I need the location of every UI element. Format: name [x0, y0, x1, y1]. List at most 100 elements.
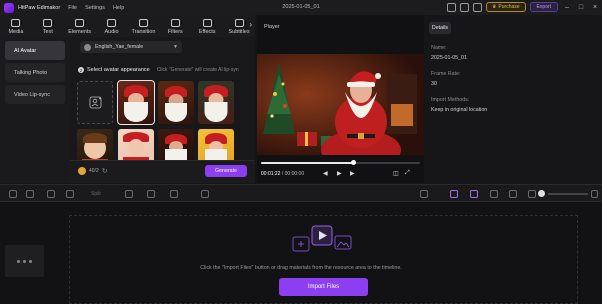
details-panel: Details Name: 2025-01-05_01 Frame Rate: … — [425, 15, 602, 183]
microphone-icon[interactable] — [420, 190, 428, 198]
zoom-out-icon[interactable] — [528, 190, 536, 198]
track-visibility-icon[interactable] — [23, 259, 26, 263]
snapshot-icon[interactable]: ◫ — [393, 170, 399, 177]
tool-text[interactable]: Text — [32, 19, 64, 35]
text-icon — [43, 19, 53, 27]
credit-value: 40/2 — [89, 168, 99, 174]
redo-icon[interactable] — [26, 190, 34, 198]
playback-progress-bar[interactable] — [261, 160, 420, 165]
menu-file[interactable]: File — [68, 5, 77, 11]
frame-rate-label: Frame Rate: — [431, 71, 461, 77]
export-button[interactable]: Export — [529, 2, 558, 12]
speed-icon[interactable] — [147, 190, 155, 198]
timeline-toolbar: Split — [0, 184, 602, 202]
next-frame-icon[interactable]: ▶ — [350, 170, 355, 177]
name-value: 2025-01-05_01 — [431, 55, 467, 61]
step-heading: 2 Select avatar appearance Click "Genera… — [78, 67, 239, 73]
sidebar-item-talking-photo[interactable]: Talking Photo — [5, 63, 65, 82]
tool-transition[interactable]: Transition — [128, 19, 160, 35]
notification-icon[interactable] — [472, 2, 482, 12]
sidebar-item-video-lip-sync[interactable]: Video Lip-sync — [5, 85, 65, 104]
main-toolbar: Media Text Elements Audio Transition Fil… — [0, 15, 255, 37]
tool-label: Transition — [131, 29, 156, 35]
delete-icon[interactable] — [47, 190, 55, 198]
total-time: 00:00:00 — [284, 171, 305, 177]
freeze-icon[interactable] — [125, 190, 133, 198]
menu-help[interactable]: Help — [113, 5, 124, 11]
timeline-area: Click the "Import Files" button or drag … — [0, 202, 602, 304]
tool-audio[interactable]: Audio — [96, 19, 128, 35]
app-name: HitPaw Edimakor — [18, 4, 61, 11]
avatar-option-santa-1[interactable] — [117, 80, 155, 125]
undo-icon[interactable] — [9, 190, 17, 198]
step-number: 2 — [78, 67, 84, 73]
ai-tools-icon[interactable] — [170, 190, 178, 198]
purchase-button[interactable]: ♛ Purchase — [485, 2, 526, 12]
add-person-icon — [89, 96, 101, 109]
crown-icon: ♛ — [491, 4, 497, 10]
play-icon[interactable]: ▶ — [337, 170, 342, 177]
fullscreen-icon[interactable]: ⤢ — [405, 170, 410, 177]
voice-dropdown[interactable]: English_Yae_female ▼ — [80, 41, 182, 53]
import-files-button[interactable]: Import Files — [279, 278, 368, 296]
video-preview[interactable] — [257, 54, 424, 155]
fit-icon[interactable] — [509, 190, 517, 198]
frame-rate-value: 30 — [431, 81, 437, 87]
zoom-slider-handle[interactable] — [538, 190, 545, 197]
avatar-option-santa-3[interactable] — [198, 81, 234, 124]
record-icon[interactable] — [201, 190, 209, 198]
snap-icon[interactable] — [450, 190, 458, 198]
menu-settings[interactable]: Settings — [85, 5, 105, 11]
purchase-label: Purchase — [498, 4, 520, 10]
timecode: 00:01:22 / 00:00:00 — [261, 171, 304, 177]
voice-selected: English_Yae_female — [95, 44, 144, 50]
progress-fill — [261, 162, 354, 164]
previous-frame-icon[interactable]: ◀ — [323, 170, 328, 177]
avatar-generate-bar: 40/2 ↻ Generate — [70, 160, 255, 183]
crop-icon[interactable] — [66, 190, 74, 198]
tool-label: Text — [42, 29, 53, 35]
transition-icon — [138, 19, 148, 27]
close-icon[interactable]: × — [590, 4, 600, 11]
home-icon[interactable] — [459, 2, 469, 12]
step-title: Select avatar appearance — [87, 67, 150, 73]
track-audio-icon[interactable] — [29, 259, 32, 263]
maximize-icon[interactable]: □ — [576, 4, 586, 11]
sidebar-item-ai-avatar[interactable]: AI Avatar — [5, 41, 65, 60]
generate-button[interactable]: Generate — [205, 165, 247, 177]
zoom-slider[interactable] — [548, 193, 588, 195]
refresh-icon[interactable]: ↻ — [102, 167, 108, 175]
ai-sidebar: AI Avatar Talking Photo Video Lip-sync — [0, 37, 70, 183]
zoom-in-icon[interactable] — [591, 190, 598, 198]
toolbar-more-icon[interactable]: › — [249, 20, 252, 29]
tool-label: Elements — [68, 29, 92, 35]
player-label: Player — [264, 24, 280, 30]
import-method-label: Import Methods: — [431, 97, 470, 103]
tool-media[interactable]: Media — [0, 19, 32, 35]
details-tab-label: Details — [431, 25, 449, 31]
link-icon[interactable] — [470, 190, 478, 198]
minimize-icon[interactable]: – — [562, 4, 572, 11]
avatar-option-santa-2[interactable] — [158, 81, 194, 124]
gift-icon[interactable] — [446, 2, 456, 12]
tab-details[interactable]: Details — [429, 22, 451, 34]
add-avatar-button[interactable] — [77, 81, 113, 124]
tool-filters[interactable]: Filters — [159, 19, 191, 35]
effects-icon — [202, 19, 212, 27]
media-icon — [11, 19, 21, 27]
split-label[interactable]: Split — [91, 191, 101, 197]
app-logo-icon — [4, 2, 14, 13]
tool-effects[interactable]: Effects — [191, 19, 223, 35]
tool-elements[interactable]: Elements — [64, 19, 96, 35]
tool-label: Effects — [198, 29, 216, 35]
tool-label: Subtitles — [228, 29, 250, 35]
track-lock-icon[interactable] — [17, 259, 20, 263]
progress-handle[interactable] — [350, 160, 356, 165]
track-icon[interactable] — [490, 190, 498, 198]
title-bar: HitPaw Edimakor File Settings Help 2025-… — [0, 0, 602, 15]
tool-label: Filters — [167, 29, 183, 35]
name-label: Name: — [431, 45, 447, 51]
voice-avatar-icon — [84, 43, 91, 51]
current-time: 00:01:22 — [261, 171, 281, 177]
track-header[interactable] — [5, 245, 44, 277]
